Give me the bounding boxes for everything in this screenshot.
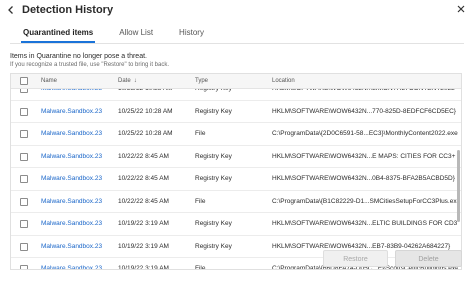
scrollbar-thumb[interactable] [457,150,460,222]
row-checkbox[interactable] [20,130,28,138]
row-name-link[interactable]: Malware.Sandbox.23 [41,89,115,94]
row-checkbox[interactable] [20,89,28,93]
table-row[interactable]: Malware.Sandbox.23 10/19/22 3:19 AM Regist… [11,213,461,236]
table-row[interactable]: Malware.Sandbox.23 10/22/22 8:45 AM Regist… [11,146,461,168]
quarantine-info: Items in Quarantine no longer pose a thr… [10,52,450,70]
row-type: Registry Key [195,107,232,115]
row-date: 10/25/22 10:28 AM [118,107,173,115]
close-button[interactable] [454,2,468,16]
footer: Restore Delete [0,250,474,295]
table-scrollbar[interactable] [455,89,460,269]
select-all-checkbox[interactable] [20,77,28,85]
row-name-link[interactable]: Malware.Sandbox.23 [41,219,115,229]
row-type: Registry Key [195,220,232,227]
title-bar: Detection History [0,0,474,19]
delete-button[interactable]: Delete [395,250,462,267]
column-header-type[interactable]: Type [195,77,208,86]
row-type: Registry Key [195,152,232,160]
row-name-link[interactable]: Malware.Sandbox.23 [41,174,115,184]
row-location: HKLM\SOFTWARE\WOW6432N...LIMONTHLYCONTEN… [272,89,458,94]
row-type: File [195,197,206,205]
row-date: 10/22/22 8:45 AM [118,175,169,182]
info-hint: If you recognize a trusted file, use "Re… [10,62,170,68]
info-message: Items in Quarantine no longer pose a thr… [10,53,147,60]
window-title: Detection History [22,3,114,16]
row-date: 10/22/22 8:45 AM [118,197,169,205]
back-arrow-icon [8,5,13,14]
row-type: File [195,130,206,137]
close-icon [457,5,465,13]
row-date: 10/25/22 10:28 AM [118,130,173,137]
row-date: 10/22/22 8:45 AM [118,152,169,160]
row-location: HKLM\SOFTWARE\WOW6432N...0B4-8375-BFA2B5… [272,175,455,182]
table-row[interactable]: Malware.Sandbox.23 10/22/22 8:45 AM File C:… [11,191,461,213]
row-name-link[interactable]: Malware.Sandbox.23 [41,197,115,207]
table-row[interactable]: Malware.Sandbox.23 10/25/22 10:28 AM File C… [11,123,461,146]
row-checkbox[interactable] [20,197,28,206]
row-date: 10/19/22 3:19 AM [118,220,169,227]
column-header-date-label: Date [118,78,131,84]
row-checkbox[interactable] [20,152,28,161]
row-type: Registry Key [195,175,232,182]
row-checkbox[interactable] [20,220,28,228]
row-location: HKLM\SOFTWARE\WOW6432N...ELTIC BUILDINGS… [272,220,458,227]
restore-button[interactable]: Restore [323,250,388,267]
sort-down-icon: ↓ [133,78,137,84]
table-row[interactable]: Malware.Sandbox.23 10/22/22 8:45 AM Regist… [11,168,461,191]
row-checkbox[interactable] [20,175,28,183]
back-button[interactable] [2,0,20,19]
column-header-date[interactable]: Date ↓ [118,77,137,86]
row-location: HKLM\SOFTWARE\WOW6432N...E MAPS: CITIES … [272,152,456,160]
tabs-divider [10,43,464,44]
row-date: 10/25/22 10:28 AM [118,89,192,94]
table-body: Malware.Sandbox.23 10/25/22 10:28 AM Regis… [11,89,461,269]
row-type: Registry Key [195,89,269,94]
row-name-link[interactable]: Malware.Sandbox.23 [41,152,115,162]
table-row[interactable]: Malware.Sandbox.2310/25/22 10:28 AMRegis… [11,89,461,101]
table-row[interactable]: Malware.Sandbox.2310/25/22 10:28 AM Regis… [11,101,461,123]
row-checkbox[interactable] [20,107,28,116]
table-rows: Malware.Sandbox.23 10/25/22 10:28 AM Regis… [11,89,461,269]
row-location: C:\ProgramData\{2D0C6591-58...EC3}\Month… [272,130,458,137]
quarantine-table: Name Date ↓ Type Location Malware.Sandbox… [10,73,462,270]
row-location: C:\ProgramData\{B1C82229-D1...SMCitiesSe… [272,197,458,205]
row-location: HKLM\SOFTWARE\WOW6432N...770-825D-8EDFCF… [272,107,456,115]
column-header-name[interactable]: Name [41,77,57,86]
column-header-location[interactable]: Location [272,77,295,86]
table-header: Name Date ↓ Type Location [11,74,461,89]
row-name-link[interactable]: Malware.Sandbox.23 [41,107,115,117]
row-name-link[interactable]: Malware.Sandbox.23 [41,129,115,139]
